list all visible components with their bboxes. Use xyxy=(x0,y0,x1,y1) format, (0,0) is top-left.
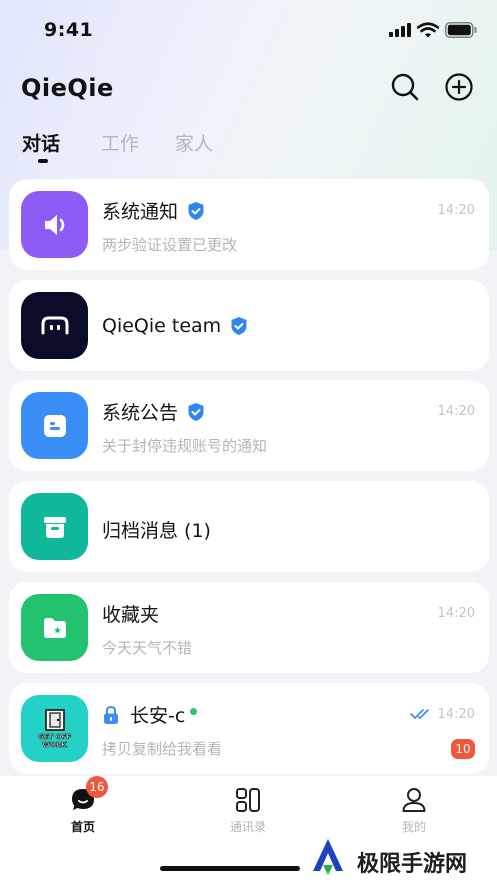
wifi-icon xyxy=(417,22,439,38)
search-icon xyxy=(391,73,419,101)
avatar xyxy=(21,191,88,258)
lock-icon xyxy=(104,705,118,724)
battery-icon xyxy=(445,22,477,38)
conversation-name: 系统通知 xyxy=(102,201,179,223)
conversation-name: 收藏夹 xyxy=(102,604,160,626)
conversation-item[interactable]: GET OFF WORK 长安-c 拷贝复制给我看看 14:20 10 xyxy=(9,683,489,774)
conversation-title: QieQie team xyxy=(102,315,249,337)
online-dot xyxy=(190,708,198,715)
add-button[interactable] xyxy=(444,72,474,102)
avatar xyxy=(21,392,88,459)
plus-circle-icon xyxy=(445,73,473,101)
conversation-title: 归档消息 (1) xyxy=(102,516,211,543)
verified-badge-icon xyxy=(188,201,204,220)
avatar xyxy=(21,594,88,661)
door-icon xyxy=(44,708,65,731)
conversation-name: 长安-c xyxy=(130,705,186,727)
conversation-time: 14:20 xyxy=(437,606,475,621)
conversation-preview: 两步验证设置已更改 xyxy=(102,236,238,254)
double-check-icon xyxy=(410,709,429,719)
avatar xyxy=(21,292,88,359)
tab-label: 通讯录 xyxy=(229,820,266,834)
home-indicator xyxy=(160,866,300,871)
conversation-title: 系统通知 xyxy=(102,197,206,224)
avatar xyxy=(21,493,88,560)
conversation-title: 收藏夹 xyxy=(102,600,159,627)
tab-badge: 16 xyxy=(86,776,108,798)
conversation-title: 长安-c xyxy=(102,701,198,728)
speaker-icon xyxy=(44,214,64,235)
search-button[interactable] xyxy=(390,72,420,102)
folder-star-icon xyxy=(43,617,66,638)
conversation-time: 14:20 xyxy=(437,707,475,722)
archive-box-icon xyxy=(43,516,66,538)
conversation-preview: 拷贝复制给我看看 xyxy=(102,740,223,758)
app-brand: QieQie xyxy=(21,74,114,102)
conversation-item[interactable]: QieQie team xyxy=(9,280,489,371)
conversation-time: 14:20 xyxy=(437,203,475,218)
avatar: GET OFF WORK xyxy=(21,695,88,762)
conversation-item[interactable]: 系统公告 关于封停违规账号的通知 14:20 xyxy=(9,380,489,471)
conversation-time: 14:20 xyxy=(437,404,475,419)
status-time: 9:41 xyxy=(44,19,94,41)
verified-badge-icon xyxy=(231,317,247,335)
tab-chats[interactable]: 对话 xyxy=(22,129,60,156)
conversation-item[interactable]: 收藏夹 今天天气不错 14:20 xyxy=(9,582,489,673)
avatar-caption: GET OFF WORK xyxy=(37,732,72,749)
tab-label: 首页 xyxy=(70,820,95,834)
status-bar: 9:41 xyxy=(0,0,497,60)
tab-work[interactable]: 工作 xyxy=(101,129,139,156)
tab-family[interactable]: 家人 xyxy=(175,129,213,156)
watermark: 极限手游网 xyxy=(305,833,497,883)
conversation-preview: 今天天气不错 xyxy=(102,639,193,657)
conversation-item[interactable]: 系统通知 两步验证设置已更改 14:20 xyxy=(9,179,489,270)
contacts-grid-icon xyxy=(236,788,260,812)
qieqie-logo-icon xyxy=(41,316,68,334)
conversation-name: QieQie team xyxy=(102,315,222,337)
chat-bot-icon xyxy=(43,414,66,437)
signal-icon xyxy=(389,23,411,37)
verified-badge-icon xyxy=(188,402,204,421)
conversation-item[interactable]: 归档消息 (1) xyxy=(9,481,489,572)
conversation-title: 系统公告 xyxy=(102,398,206,425)
watermark-text: 极限手游网 xyxy=(357,852,468,877)
user-icon xyxy=(402,788,426,812)
conversation-preview: 关于封停违规账号的通知 xyxy=(102,437,268,455)
tab-indicator xyxy=(38,159,48,163)
conversation-name: 系统公告 xyxy=(102,402,179,424)
watermark-logo-icon xyxy=(307,837,349,879)
unread-badge: 10 xyxy=(451,739,475,759)
conversation-name: 归档消息 (1) xyxy=(102,520,211,542)
